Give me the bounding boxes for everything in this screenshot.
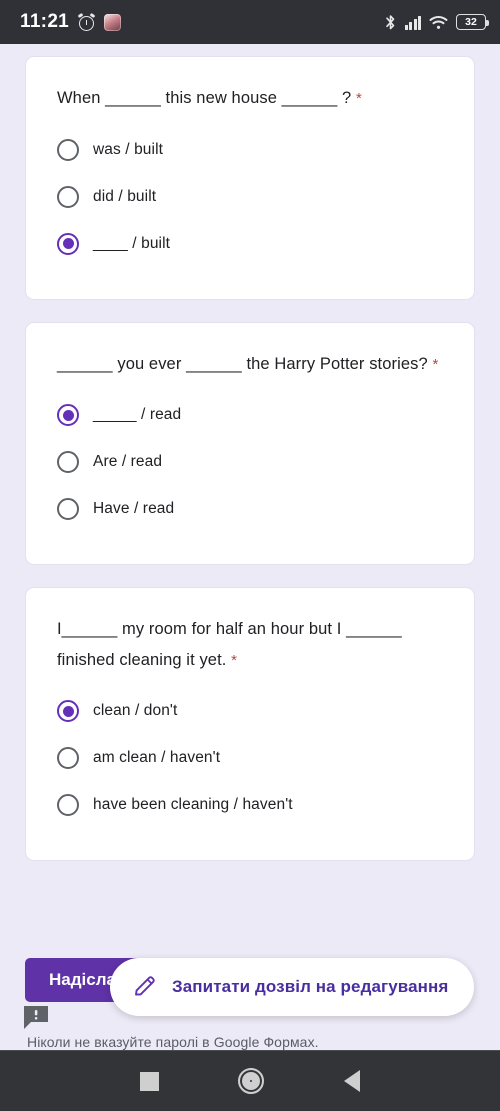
bluetooth-icon (384, 14, 397, 31)
option-label: have been cleaning / haven't (93, 796, 293, 814)
status-time: 11:21 (20, 11, 70, 32)
radio-button-selected[interactable] (57, 404, 79, 427)
option-label: am clean / haven't (93, 749, 221, 767)
option-label: clean / don't (93, 702, 178, 720)
required-asterisk: * (231, 651, 238, 669)
cellular-signal-icon (404, 15, 421, 30)
android-nav-bar (0, 1050, 500, 1111)
question-prompt: When ______ this new house ______ ? (57, 89, 352, 107)
battery-icon: 32 (456, 14, 489, 30)
request-edit-access-label: Запитати дозвіл на редагування (172, 977, 449, 996)
option-row[interactable]: did / built (57, 179, 444, 215)
status-bar-left: 11:21 (20, 11, 122, 33)
radio-button-selected[interactable] (57, 232, 79, 255)
report-abuse-icon[interactable] (22, 1005, 50, 1031)
alarm-clock-icon (77, 12, 96, 31)
wifi-icon (429, 15, 448, 30)
option-label: ____ / built (93, 234, 171, 252)
option-row[interactable]: _____ / read (57, 397, 444, 433)
option-label: did / built (93, 187, 157, 205)
home-circle-icon[interactable] (238, 1068, 265, 1094)
question-prompt: I______ my room for half an hour but I _… (57, 620, 402, 669)
form-body[interactable]: When ______ this new house ______ ? * wa… (0, 44, 500, 1050)
radio-button[interactable] (57, 185, 79, 208)
radio-button-selected[interactable] (57, 700, 79, 723)
option-label: _____ / read (93, 406, 182, 424)
option-label: Are / read (93, 453, 163, 471)
option-row[interactable]: clean / don't (57, 693, 444, 729)
option-row[interactable]: have been cleaning / haven't (57, 787, 444, 823)
option-label: was / built (93, 140, 164, 158)
option-row[interactable]: was / built (57, 132, 444, 168)
radio-button[interactable] (57, 138, 79, 161)
radio-button[interactable] (57, 451, 79, 474)
status-bar-right: 32 (384, 14, 489, 31)
request-edit-access-button[interactable]: Запитати дозвіл на редагування (110, 958, 475, 1016)
pencil-icon (132, 974, 158, 1000)
app-notification-icon (104, 13, 122, 31)
battery-level: 32 (465, 15, 477, 28)
option-row[interactable]: Have / read (57, 491, 444, 527)
radio-button[interactable] (57, 794, 79, 817)
radio-button[interactable] (57, 747, 79, 770)
recents-square-icon[interactable] (139, 1071, 159, 1091)
option-row[interactable]: am clean / haven't (57, 740, 444, 776)
question-card: I______ my room for half an hour but I _… (25, 587, 475, 862)
question-card: ______ you ever ______ the Harry Potter … (25, 321, 475, 566)
status-bar: 11:21 32 (0, 0, 500, 44)
required-asterisk: * (432, 355, 439, 373)
radio-button[interactable] (57, 498, 79, 521)
back-triangle-icon[interactable] (344, 1070, 361, 1092)
required-asterisk: * (356, 90, 362, 107)
question-text: ______ you ever ______ the Harry Potter … (57, 349, 444, 380)
option-row[interactable]: ____ / built (57, 226, 444, 262)
password-warning-note: Ніколи не вказуйте паролі в Google Форма… (27, 1034, 319, 1050)
option-row[interactable]: Are / read (57, 444, 444, 480)
question-prompt: ______ you ever ______ the Harry Potter … (57, 354, 428, 373)
question-text: I______ my room for half an hour but I _… (57, 614, 444, 675)
question-card: When ______ this new house ______ ? * wa… (25, 56, 475, 300)
option-label: Have / read (93, 500, 175, 518)
question-text: When ______ this new house ______ ? * (57, 83, 444, 114)
